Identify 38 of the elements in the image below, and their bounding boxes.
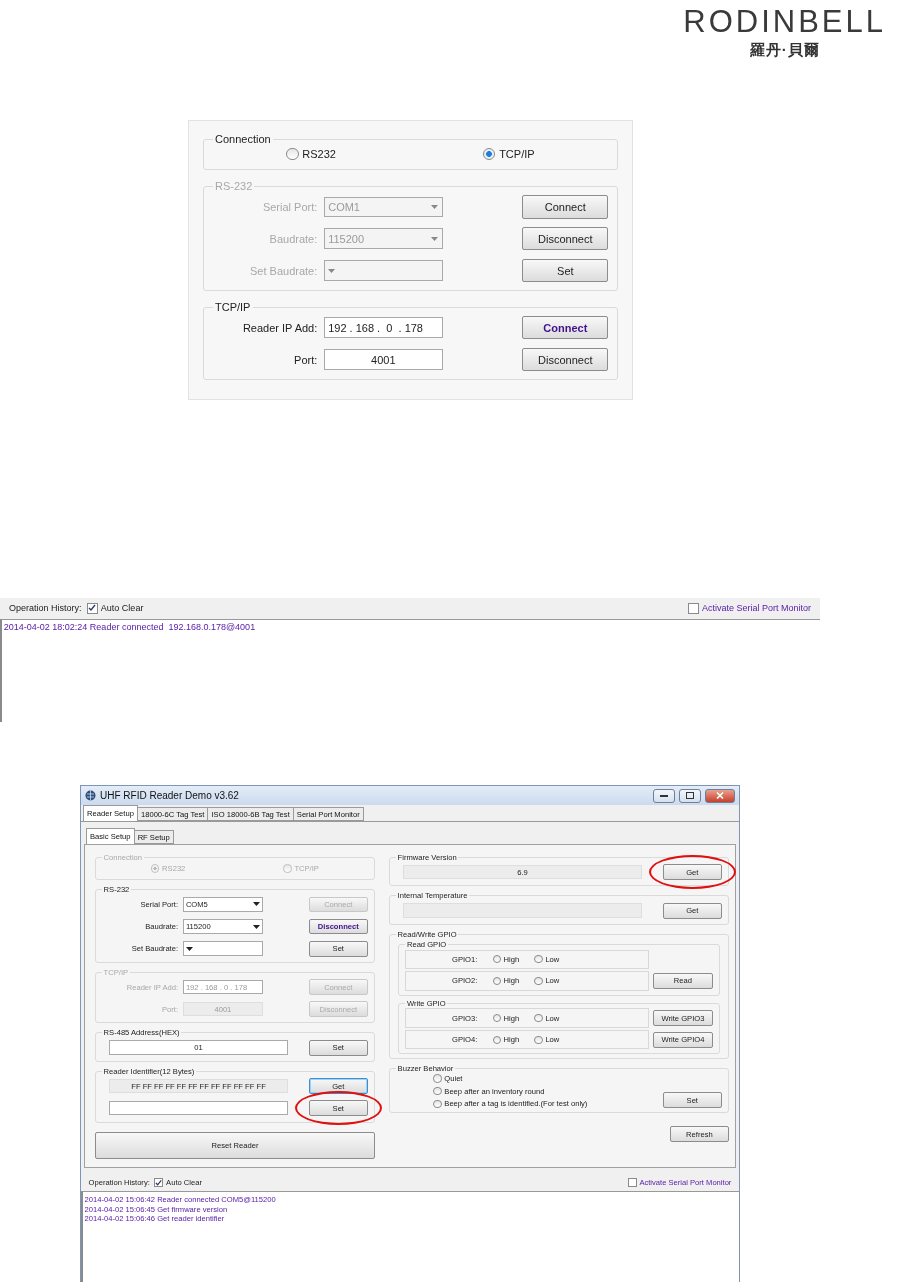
group-title: Connection — [214, 133, 272, 145]
push-button[interactable]: Disconnect — [522, 348, 609, 372]
minimize-button[interactable] — [653, 788, 675, 803]
checkbox[interactable]: Activate Serial Port Monitor — [688, 602, 811, 614]
input-field[interactable] — [108, 1101, 289, 1116]
ip-field[interactable]: 192 . 168 . 0 . 178 — [323, 317, 443, 339]
maximize-button[interactable] — [679, 788, 701, 803]
dropdown[interactable] — [182, 941, 264, 956]
caret-icon — [328, 268, 336, 273]
log-line: 2014-04-02 18:02:24 Reader connected 192.168.0.178@4001 — [3, 622, 257, 635]
caret-icon — [185, 946, 193, 951]
group-title: TCP/IP — [214, 301, 252, 314]
globe-icon — [85, 790, 96, 801]
close-button[interactable] — [705, 788, 735, 803]
check-icon — [88, 604, 97, 613]
logo-subtitle: 羅丹·貝爾 — [749, 41, 820, 60]
field-label: Port: — [293, 353, 318, 366]
check-icon — [155, 1178, 163, 1187]
caret-icon — [252, 902, 260, 907]
maximize-icon — [686, 792, 694, 799]
field-label: Baudrate: — [268, 232, 318, 245]
caret-icon — [431, 236, 439, 241]
group-title: RS-232 — [214, 180, 254, 193]
field-label: Reader IP Add: — [241, 321, 318, 334]
caret-icon — [431, 205, 439, 209]
radio-button[interactable]: TCP/IP — [483, 148, 535, 161]
history-label: Operation History: — [9, 603, 82, 614]
logo-wordmark: RODINBELL — [683, 6, 886, 37]
push-button[interactable]: Connect — [522, 316, 609, 340]
window-title: UHF RFID Reader Demo v3.62 — [100, 790, 240, 801]
checkbox[interactable]: Auto Clear — [86, 602, 144, 614]
close-icon — [716, 792, 724, 799]
field-label: Serial Port: — [261, 201, 318, 213]
field-label: Set Baudrate: — [249, 264, 318, 277]
minimize-icon — [660, 794, 668, 797]
radio-button[interactable]: RS232 — [286, 148, 336, 161]
input-field[interactable]: 4001 — [323, 349, 443, 371]
caret-icon — [252, 924, 260, 929]
